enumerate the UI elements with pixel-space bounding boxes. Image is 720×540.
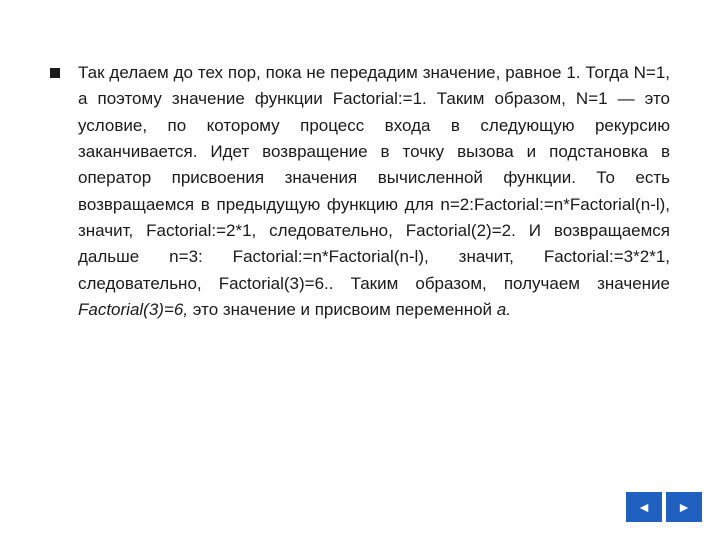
- italic-text-1: Factorial(3)=6,: [78, 300, 188, 319]
- italic-text-2: а.: [497, 300, 511, 319]
- bullet-text: Так делаем до тех пор, пока не передадим…: [78, 60, 670, 323]
- prev-button[interactable]: ◄: [626, 492, 662, 522]
- navigation-buttons: ◄ ►: [626, 492, 702, 522]
- next-button[interactable]: ►: [666, 492, 702, 522]
- bullet-marker: [50, 68, 60, 78]
- bullet-item: Так делаем до тех пор, пока не передадим…: [50, 60, 670, 323]
- slide: Так делаем до тех пор, пока не передадим…: [0, 0, 720, 540]
